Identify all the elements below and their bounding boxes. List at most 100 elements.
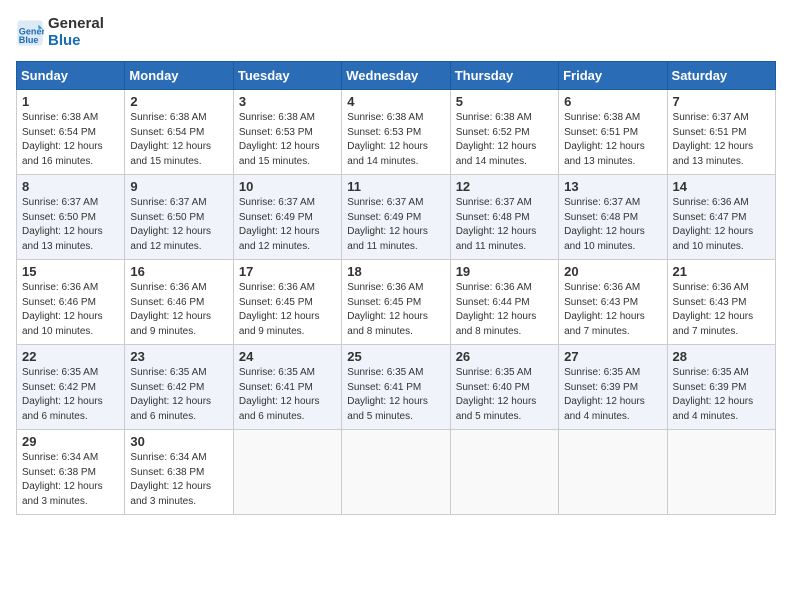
calendar-cell — [233, 430, 341, 515]
calendar-cell — [559, 430, 667, 515]
calendar-cell — [667, 430, 775, 515]
day-info: Sunrise: 6:35 AM Sunset: 6:40 PM Dayligh… — [456, 366, 553, 424]
day-info: Sunrise: 6:38 AM Sunset: 6:54 PM Dayligh… — [130, 111, 227, 169]
day-number: 25 — [347, 349, 444, 364]
day-number: 5 — [456, 94, 553, 109]
calendar-cell: 30 Sunrise: 6:34 AM Sunset: 6:38 PM Dayli… — [125, 430, 233, 515]
day-info: Sunrise: 6:37 AM Sunset: 6:50 PM Dayligh… — [22, 196, 119, 254]
weekday-header-monday: Monday — [125, 62, 233, 90]
calendar-cell: 19 Sunrise: 6:36 AM Sunset: 6:44 PM Dayli… — [450, 260, 558, 345]
day-number: 19 — [456, 264, 553, 279]
day-number: 22 — [22, 349, 119, 364]
day-number: 12 — [456, 179, 553, 194]
day-number: 26 — [456, 349, 553, 364]
day-info: Sunrise: 6:38 AM Sunset: 6:52 PM Dayligh… — [456, 111, 553, 169]
calendar-cell: 21 Sunrise: 6:36 AM Sunset: 6:43 PM Dayli… — [667, 260, 775, 345]
calendar-cell: 7 Sunrise: 6:37 AM Sunset: 6:51 PM Daylig… — [667, 90, 775, 175]
day-number: 2 — [130, 94, 227, 109]
day-info: Sunrise: 6:37 AM Sunset: 6:48 PM Dayligh… — [456, 196, 553, 254]
calendar-cell: 3 Sunrise: 6:38 AM Sunset: 6:53 PM Daylig… — [233, 90, 341, 175]
day-info: Sunrise: 6:38 AM Sunset: 6:53 PM Dayligh… — [239, 111, 336, 169]
calendar-cell: 26 Sunrise: 6:35 AM Sunset: 6:40 PM Dayli… — [450, 345, 558, 430]
day-number: 4 — [347, 94, 444, 109]
day-info: Sunrise: 6:35 AM Sunset: 6:39 PM Dayligh… — [673, 366, 770, 424]
calendar-cell: 17 Sunrise: 6:36 AM Sunset: 6:45 PM Dayli… — [233, 260, 341, 345]
day-info: Sunrise: 6:36 AM Sunset: 6:47 PM Dayligh… — [673, 196, 770, 254]
day-info: Sunrise: 6:38 AM Sunset: 6:53 PM Dayligh… — [347, 111, 444, 169]
calendar-cell: 2 Sunrise: 6:38 AM Sunset: 6:54 PM Daylig… — [125, 90, 233, 175]
day-number: 30 — [130, 434, 227, 449]
logo-text: General Blue — [48, 16, 104, 49]
calendar-cell: 18Sunrise: 6:36 AM Sunset: 6:45 PM Dayli… — [342, 260, 450, 345]
calendar-cell: 23 Sunrise: 6:35 AM Sunset: 6:42 PM Dayli… — [125, 345, 233, 430]
day-number: 9 — [130, 179, 227, 194]
calendar-cell: 8Sunrise: 6:37 AM Sunset: 6:50 PM Daylig… — [17, 175, 125, 260]
weekday-header-friday: Friday — [559, 62, 667, 90]
calendar-cell: 24 Sunrise: 6:35 AM Sunset: 6:41 PM Dayli… — [233, 345, 341, 430]
day-info: Sunrise: 6:36 AM Sunset: 6:46 PM Dayligh… — [130, 281, 227, 339]
calendar-cell: 27 Sunrise: 6:35 AM Sunset: 6:39 PM Dayli… — [559, 345, 667, 430]
calendar-cell — [342, 430, 450, 515]
calendar-cell: 4 Sunrise: 6:38 AM Sunset: 6:53 PM Daylig… — [342, 90, 450, 175]
day-info: Sunrise: 6:35 AM Sunset: 6:39 PM Dayligh… — [564, 366, 661, 424]
day-number: 1 — [22, 94, 119, 109]
day-number: 28 — [673, 349, 770, 364]
day-info: Sunrise: 6:36 AM Sunset: 6:43 PM Dayligh… — [673, 281, 770, 339]
day-number: 6 — [564, 94, 661, 109]
calendar-cell: 29 Sunrise: 6:34 AM Sunset: 6:38 PM Dayli… — [17, 430, 125, 515]
day-number: 21 — [673, 264, 770, 279]
day-info: Sunrise: 6:34 AM Sunset: 6:38 PM Dayligh… — [22, 451, 119, 509]
day-number: 13 — [564, 179, 661, 194]
day-number: 11 — [347, 179, 444, 194]
calendar-cell: 13 Sunrise: 6:37 AM Sunset: 6:48 PM Dayli… — [559, 175, 667, 260]
weekday-header-sunday: Sunday — [17, 62, 125, 90]
day-info: Sunrise: 6:35 AM Sunset: 6:42 PM Dayligh… — [22, 366, 119, 424]
day-number: 20 — [564, 264, 661, 279]
day-number: 23 — [130, 349, 227, 364]
day-number: 7 — [673, 94, 770, 109]
calendar-cell: 12 Sunrise: 6:37 AM Sunset: 6:48 PM Dayli… — [450, 175, 558, 260]
day-number: 17 — [239, 264, 336, 279]
day-number: 27 — [564, 349, 661, 364]
day-info: Sunrise: 6:35 AM Sunset: 6:42 PM Dayligh… — [130, 366, 227, 424]
calendar-cell: 15 Sunrise: 6:36 AM Sunset: 6:46 PM Dayli… — [17, 260, 125, 345]
svg-text:Blue: Blue — [19, 34, 39, 44]
calendar-cell: 28 Sunrise: 6:35 AM Sunset: 6:39 PM Dayli… — [667, 345, 775, 430]
day-number: 29 — [22, 434, 119, 449]
calendar-cell: 25 Sunrise: 6:35 AM Sunset: 6:41 PM Dayli… — [342, 345, 450, 430]
day-info: Sunrise: 6:37 AM Sunset: 6:50 PM Dayligh… — [130, 196, 227, 254]
calendar-cell: 16 Sunrise: 6:36 AM Sunset: 6:46 PM Dayli… — [125, 260, 233, 345]
calendar-cell: 10 Sunrise: 6:37 AM Sunset: 6:49 PM Dayli… — [233, 175, 341, 260]
day-number: 16 — [130, 264, 227, 279]
calendar-cell: 22 Sunrise: 6:35 AM Sunset: 6:42 PM Dayli… — [17, 345, 125, 430]
calendar-cell: 9 Sunrise: 6:37 AM Sunset: 6:50 PM Daylig… — [125, 175, 233, 260]
day-number: 15 — [22, 264, 119, 279]
day-info: Sunrise: 6:36 AM Sunset: 6:44 PM Dayligh… — [456, 281, 553, 339]
day-info: Sunrise: 6:36 AM Sunset: 6:43 PM Dayligh… — [564, 281, 661, 339]
day-info: Sunrise: 6:38 AM Sunset: 6:51 PM Dayligh… — [564, 111, 661, 169]
weekday-header-wednesday: Wednesday — [342, 62, 450, 90]
day-info: Sunrise: 6:37 AM Sunset: 6:48 PM Dayligh… — [564, 196, 661, 254]
day-info: Sunrise: 6:37 AM Sunset: 6:49 PM Dayligh… — [347, 196, 444, 254]
weekday-header-saturday: Saturday — [667, 62, 775, 90]
logo-icon: General Blue — [16, 19, 44, 47]
weekday-header-tuesday: Tuesday — [233, 62, 341, 90]
day-info: Sunrise: 6:36 AM Sunset: 6:46 PM Dayligh… — [22, 281, 119, 339]
day-info: Sunrise: 6:37 AM Sunset: 6:51 PM Dayligh… — [673, 111, 770, 169]
calendar-cell: 14Sunrise: 6:36 AM Sunset: 6:47 PM Dayli… — [667, 175, 775, 260]
day-info: Sunrise: 6:34 AM Sunset: 6:38 PM Dayligh… — [130, 451, 227, 509]
calendar-cell: 5 Sunrise: 6:38 AM Sunset: 6:52 PM Daylig… — [450, 90, 558, 175]
day-info: Sunrise: 6:35 AM Sunset: 6:41 PM Dayligh… — [239, 366, 336, 424]
day-info: Sunrise: 6:37 AM Sunset: 6:49 PM Dayligh… — [239, 196, 336, 254]
calendar-table: SundayMondayTuesdayWednesdayThursdayFrid… — [16, 61, 776, 515]
calendar-cell: 6 Sunrise: 6:38 AM Sunset: 6:51 PM Daylig… — [559, 90, 667, 175]
day-info: Sunrise: 6:36 AM Sunset: 6:45 PM Dayligh… — [239, 281, 336, 339]
calendar-cell: 11 Sunrise: 6:37 AM Sunset: 6:49 PM Dayli… — [342, 175, 450, 260]
day-number: 3 — [239, 94, 336, 109]
page-header: General Blue General Blue — [16, 16, 776, 49]
day-info: Sunrise: 6:36 AM Sunset: 6:45 PM Dayligh… — [347, 281, 444, 339]
day-info: Sunrise: 6:35 AM Sunset: 6:41 PM Dayligh… — [347, 366, 444, 424]
day-number: 10 — [239, 179, 336, 194]
day-info: Sunrise: 6:38 AM Sunset: 6:54 PM Dayligh… — [22, 111, 119, 169]
day-number: 24 — [239, 349, 336, 364]
